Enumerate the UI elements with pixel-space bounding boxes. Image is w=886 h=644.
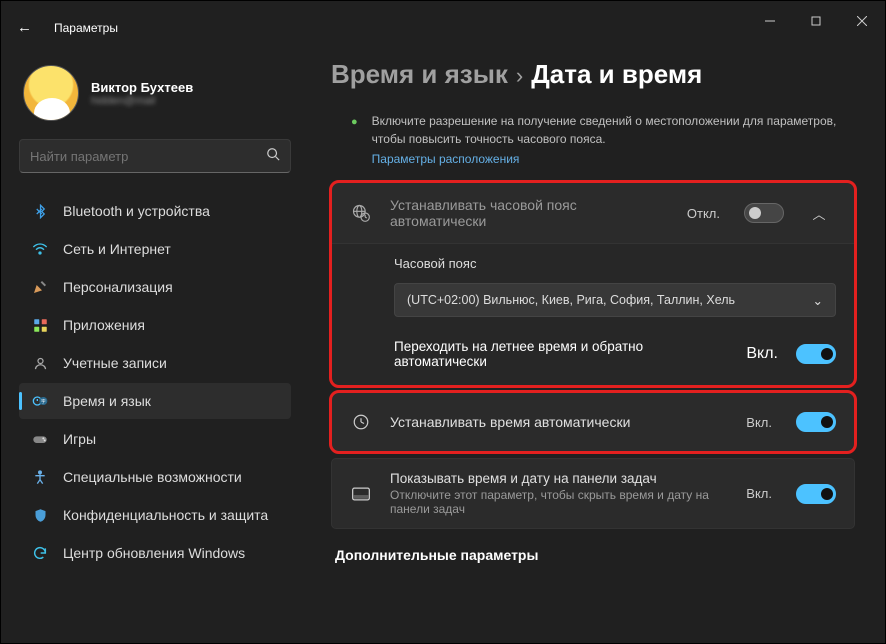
clock-icon	[350, 413, 372, 431]
sidebar-item-apps[interactable]: Приложения	[19, 307, 291, 343]
sidebar-item-label: Учетные записи	[63, 355, 167, 371]
pers-icon	[31, 279, 49, 295]
avatar	[23, 65, 79, 121]
location-info-banner: ● Включите разрешение на получение сведе…	[331, 112, 855, 182]
timezone-subpanel: Часовой пояс (UTC+02:00) Вильнюс, Киев, …	[332, 243, 854, 385]
time-icon: 字	[31, 393, 49, 409]
close-button[interactable]	[839, 5, 885, 37]
sidebar-item-label: Центр обновления Windows	[63, 545, 245, 561]
game-icon	[31, 431, 49, 447]
breadcrumb-level2: Дата и время	[531, 59, 702, 90]
sidebar-item-game[interactable]: Игры	[19, 421, 291, 457]
sidebar-item-label: Конфиденциальность и защита	[63, 507, 268, 523]
search-input[interactable]	[30, 149, 266, 164]
sidebar-item-label: Игры	[63, 431, 96, 447]
titlebar: ← Параметры	[1, 1, 885, 41]
settings-window: ← Параметры Виктор Бухтеев hidden@mail B…	[0, 0, 886, 644]
svg-text:字: 字	[41, 398, 46, 404]
minimize-button[interactable]	[747, 5, 793, 37]
sidebar-item-label: Сеть и Интернет	[63, 241, 171, 257]
nav-list: Bluetooth и устройства Сеть и Интернет Пер…	[19, 193, 291, 571]
sidebar-item-upd[interactable]: Центр обновления Windows	[19, 535, 291, 571]
sidebar-item-label: Время и язык	[63, 393, 151, 409]
auto-time-label: Устанавливать время автоматически	[390, 414, 728, 430]
taskbar-clock-label: Показывать время и дату на панели задач	[390, 471, 728, 486]
sidebar-item-wifi[interactable]: Сеть и Интернет	[19, 231, 291, 267]
app-title: Параметры	[54, 21, 118, 35]
card-auto-time: Устанавливать время автоматически Вкл.	[331, 392, 855, 452]
search-box[interactable]	[19, 139, 291, 173]
profile-block[interactable]: Виктор Бухтеев hidden@mail	[23, 65, 291, 121]
globe-timezone-icon	[350, 203, 372, 223]
row-auto-timezone[interactable]: Устанавливать часовой пояс автоматически…	[332, 183, 854, 243]
sidebar-item-pers[interactable]: Персонализация	[19, 269, 291, 305]
breadcrumb-sep: ›	[516, 63, 523, 89]
timezone-heading: Часовой пояс	[332, 244, 854, 275]
acc-icon	[31, 469, 49, 485]
chevron-up-icon[interactable]: ︿	[802, 204, 836, 223]
sidebar-item-acct[interactable]: Учетные записи	[19, 345, 291, 381]
taskbar-clock-state: Вкл.	[746, 486, 772, 501]
card-auto-timezone: Устанавливать часовой пояс автоматически…	[331, 182, 855, 386]
sidebar-item-label: Приложения	[63, 317, 145, 333]
card-taskbar-clock: Показывать время и дату на панели задач …	[331, 458, 855, 529]
main-content: Время и язык › Дата и время ● Включите р…	[301, 41, 885, 643]
auto-timezone-label: Устанавливать часовой пояс автоматически	[390, 197, 669, 229]
sidebar-item-acc[interactable]: Специальные возможности	[19, 459, 291, 495]
sidebar: Виктор Бухтеев hidden@mail Bluetooth и у…	[1, 41, 301, 643]
chevron-down-icon: ⌄	[813, 293, 823, 308]
bt-icon	[31, 204, 49, 219]
taskbar-icon	[350, 484, 372, 504]
info-text: Включите разрешение на получение сведени…	[372, 114, 837, 146]
additional-params-heading: Дополнительные параметры	[335, 547, 855, 563]
sidebar-item-bt[interactable]: Bluetooth и устройства	[19, 193, 291, 229]
location-settings-link[interactable]: Параметры расположения	[372, 150, 520, 168]
dst-toggle[interactable]	[796, 344, 836, 364]
sec-icon	[31, 508, 49, 523]
dst-state: Вкл.	[746, 345, 778, 363]
auto-timezone-toggle[interactable]	[744, 203, 784, 223]
back-button[interactable]: ←	[17, 19, 32, 36]
row-dst: Переходить на летнее время и обратно авт…	[332, 331, 854, 385]
upd-icon	[31, 545, 49, 561]
breadcrumb-level1[interactable]: Время и язык	[331, 59, 508, 90]
maximize-button[interactable]	[793, 5, 839, 37]
taskbar-clock-toggle[interactable]	[796, 484, 836, 504]
apps-icon	[31, 318, 49, 333]
timezone-value: (UTC+02:00) Вильнюс, Киев, Рига, София, …	[407, 293, 735, 307]
profile-name: Виктор Бухтеев	[91, 80, 193, 95]
row-auto-time[interactable]: Устанавливать время автоматически Вкл.	[332, 393, 854, 451]
sidebar-item-time[interactable]: 字 Время и язык	[19, 383, 291, 419]
sidebar-item-label: Bluetooth и устройства	[63, 203, 210, 219]
auto-timezone-state: Откл.	[687, 206, 720, 221]
taskbar-clock-sub: Отключите этот параметр, чтобы скрыть вр…	[390, 488, 728, 516]
acct-icon	[31, 356, 49, 371]
info-icon: ●	[351, 116, 358, 128]
row-taskbar-clock[interactable]: Показывать время и дату на панели задач …	[332, 459, 854, 528]
auto-time-state: Вкл.	[746, 415, 772, 430]
wifi-icon	[31, 241, 49, 257]
search-icon	[266, 147, 280, 166]
timezone-select[interactable]: (UTC+02:00) Вильнюс, Киев, Рига, София, …	[394, 283, 836, 317]
sidebar-item-sec[interactable]: Конфиденциальность и защита	[19, 497, 291, 533]
profile-email: hidden@mail	[91, 95, 193, 107]
breadcrumb: Время и язык › Дата и время	[331, 59, 855, 90]
dst-label: Переходить на летнее время и обратно авт…	[394, 339, 728, 369]
auto-time-toggle[interactable]	[796, 412, 836, 432]
sidebar-item-label: Специальные возможности	[63, 469, 242, 485]
sidebar-item-label: Персонализация	[63, 279, 173, 295]
